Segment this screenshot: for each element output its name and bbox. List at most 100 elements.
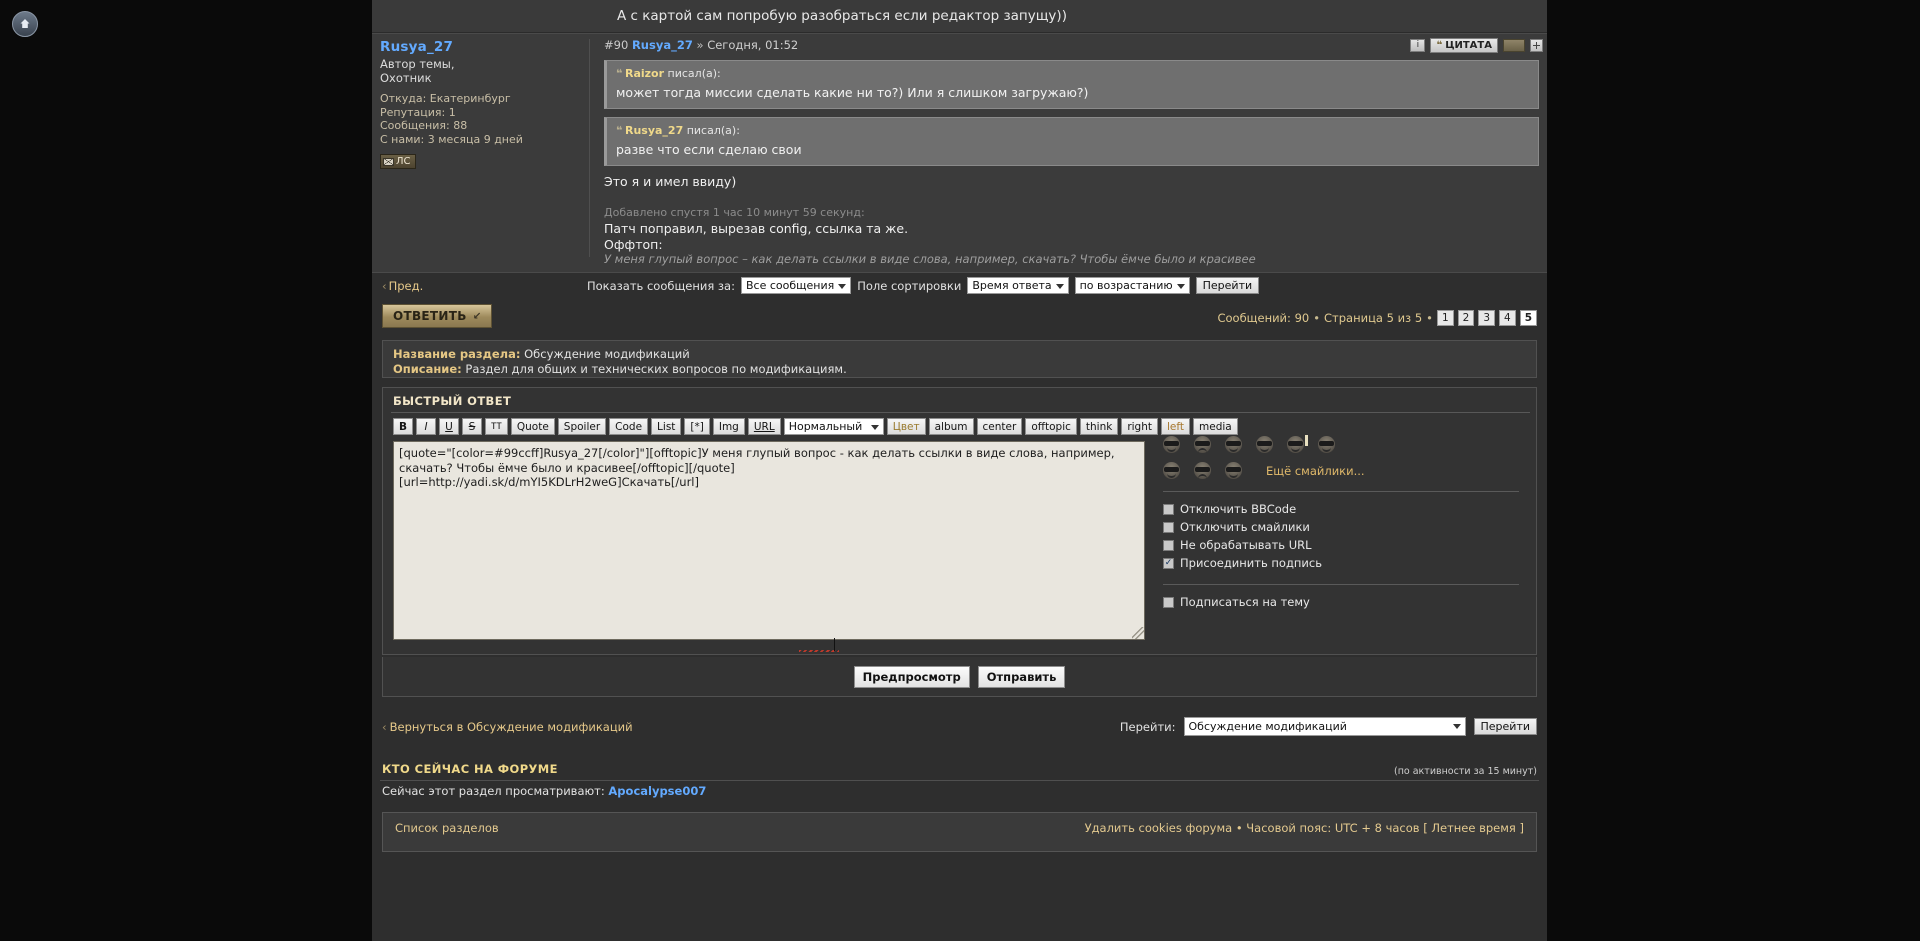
pagination: Сообщений: 90 • Страница 5 из 5 • 1 2 3 … (1217, 310, 1537, 326)
return-link-label: Вернуться в Обсуждение модификаций (389, 720, 633, 734)
post-tools: i ❝ ЦИТАТА (1410, 38, 1543, 53)
submit-button[interactable]: Отправить (977, 665, 1066, 688)
bbcode-album-button[interactable]: album (928, 418, 974, 435)
sort-field-value: Время ответа (972, 279, 1052, 292)
private-message-button[interactable]: ЛС (380, 154, 416, 170)
smiley-icon[interactable] (1163, 436, 1180, 453)
bbcode-italic-button[interactable]: I (416, 418, 437, 435)
reply-button[interactable]: ОТВЕТИТЬ ↙ (382, 304, 493, 328)
viewing-label: Сейчас этот раздел просматривают: (382, 784, 605, 798)
smiley-icon[interactable] (1225, 462, 1242, 479)
bbcode-bold-button[interactable]: B (393, 418, 414, 435)
author-username[interactable]: Rusya_27 (380, 39, 581, 55)
return-to-forum-link[interactable]: ‹ Вернуться в Обсуждение модификаций (382, 720, 633, 734)
viewing-user-link[interactable]: Apocalypse007 (608, 784, 706, 798)
bbcode-right-button[interactable]: right (1121, 418, 1158, 435)
post-edit-icon[interactable] (1503, 39, 1525, 52)
post-add-icon[interactable] (1530, 39, 1543, 52)
quote-author[interactable]: Rusya_27 (625, 124, 683, 137)
page-link-5-current[interactable]: 5 (1519, 310, 1537, 326)
author-rank-line1: Автор темы, (380, 57, 455, 71)
quote-button[interactable]: ❝ ЦИТАТА (1430, 38, 1498, 53)
more-smilies-link[interactable]: Ещё смайлики... (1266, 464, 1365, 478)
jump-select[interactable]: Обсуждение модификаций (1183, 717, 1466, 736)
bbcode-image-button[interactable]: Img (712, 418, 745, 435)
board-index-link[interactable]: Список разделов (395, 821, 499, 835)
post-author-link[interactable]: Rusya_27 (632, 38, 693, 52)
checkbox-icon[interactable] (1163, 503, 1174, 515)
page-link-3[interactable]: 3 (1478, 310, 1495, 326)
checkbox-icon[interactable] (1163, 521, 1174, 533)
bbcode-code-button[interactable]: Code (609, 418, 649, 435)
post-number: #90 (604, 38, 629, 52)
option-label: Отключить BBCode (1180, 502, 1297, 516)
bbcode-left-button[interactable]: left (1161, 418, 1191, 435)
quote-author[interactable]: Raizor (625, 67, 664, 80)
bbcode-list-button[interactable]: List (651, 418, 682, 435)
smiley-icon[interactable] (1163, 462, 1180, 479)
reply-button-label: ОТВЕТИТЬ (393, 309, 467, 323)
option-subscribe-topic[interactable]: Подписаться на тему (1155, 593, 1527, 611)
page-link-2[interactable]: 2 (1457, 310, 1475, 326)
option-do-not-parse-url[interactable]: Не обрабатывать URL (1155, 536, 1527, 554)
post-patch-line: Патч поправил, вырезав config, ссылка та… (604, 221, 909, 236)
page-link-1[interactable]: 1 (1436, 310, 1454, 326)
previous-label: Пред. (388, 279, 424, 293)
quote-text: разве что если сделаю свои (616, 142, 802, 157)
bbcode-media-button[interactable]: media (1193, 418, 1238, 435)
chevron-down-icon (1452, 724, 1461, 729)
font-size-value: Нормальный (788, 420, 863, 433)
smiley-icon[interactable] (1318, 436, 1335, 453)
checkbox-icon[interactable] (1163, 539, 1174, 551)
bbcode-list-item-button[interactable]: [*] (684, 418, 710, 435)
sort-order-select[interactable]: по возрастанию (1074, 277, 1190, 294)
bbcode-strike-button[interactable]: S (462, 418, 483, 435)
bbcode-spoiler-button[interactable]: Spoiler (557, 418, 607, 435)
show-messages-select[interactable]: Все сообщения (740, 277, 852, 294)
bbcode-color-button[interactable]: Цвет (886, 418, 926, 435)
textarea-resize-handle[interactable] (1132, 627, 1144, 639)
preview-button[interactable]: Предпросмотр (853, 665, 970, 688)
checkbox-icon[interactable] (1163, 596, 1174, 608)
font-size-select[interactable]: Нормальный (783, 418, 884, 435)
option-label: Отключить смайлики (1180, 520, 1310, 534)
smiley-icon[interactable] (1256, 436, 1273, 453)
forum-info-box: Название раздела: Обсуждение модификаций… (382, 340, 1537, 378)
quote-said-label: писал(а): (686, 124, 740, 137)
bbcode-think-button[interactable]: think (1079, 418, 1119, 435)
checkbox-icon-checked[interactable] (1163, 557, 1174, 569)
smiley-icon[interactable] (1194, 436, 1211, 453)
favicon-badge-icon[interactable] (12, 11, 38, 37)
smiley-icon[interactable] (1194, 462, 1211, 479)
quick-reply-panel: БЫСТРЫЙ ОТВЕТ B I U S TT Quote Spoiler C… (382, 387, 1537, 655)
post-text: Это я и имел ввиду) (604, 174, 737, 189)
post-body: #90 Rusya_27 » Сегодня, 01:52 ❝ Raizor п… (604, 34, 1539, 267)
previous-page-link[interactable]: ‹ Пред. (382, 279, 423, 293)
forum-page-wrapper: А с картой сам попробую разобраться если… (372, 0, 1547, 941)
bbcode-quote-button[interactable]: Quote (510, 418, 555, 435)
pagination-separator: • (1426, 311, 1433, 325)
bbcode-offtopic-button[interactable]: offtopic (1025, 418, 1077, 435)
option-disable-bbcode[interactable]: Отключить BBCode (1155, 500, 1527, 518)
option-disable-smilies[interactable]: Отключить смайлики (1155, 518, 1527, 536)
page-link-4[interactable]: 4 (1499, 310, 1516, 326)
chevron-down-icon (1176, 284, 1185, 289)
sort-field-select[interactable]: Время ответа (967, 277, 1069, 294)
smiley-icon[interactable] (1287, 435, 1308, 453)
section-name-value: Обсуждение модификаций (524, 347, 690, 361)
footer-right-text[interactable]: Удалить cookies форума • Часовой пояс: U… (1085, 821, 1524, 835)
post-header: #90 Rusya_27 » Сегодня, 01:52 (604, 34, 1539, 60)
chevron-down-icon (1055, 284, 1064, 289)
author-rank-line2: Охотник (380, 71, 432, 85)
sort-go-button[interactable]: Перейти (1195, 277, 1260, 294)
bbcode-underline-button[interactable]: U (439, 418, 460, 435)
bbcode-center-button[interactable]: center (976, 418, 1023, 435)
message-textarea-wrapper (393, 441, 1145, 652)
bbcode-teletype-button[interactable]: TT (485, 418, 508, 435)
jump-go-button[interactable]: Перейти (1473, 718, 1537, 735)
message-textarea[interactable] (393, 441, 1145, 640)
bbcode-url-button[interactable]: URL (747, 418, 781, 435)
post-info-icon[interactable]: i (1410, 39, 1426, 52)
smiley-icon[interactable] (1225, 436, 1242, 453)
option-attach-signature[interactable]: Присоединить подпись (1155, 554, 1527, 572)
